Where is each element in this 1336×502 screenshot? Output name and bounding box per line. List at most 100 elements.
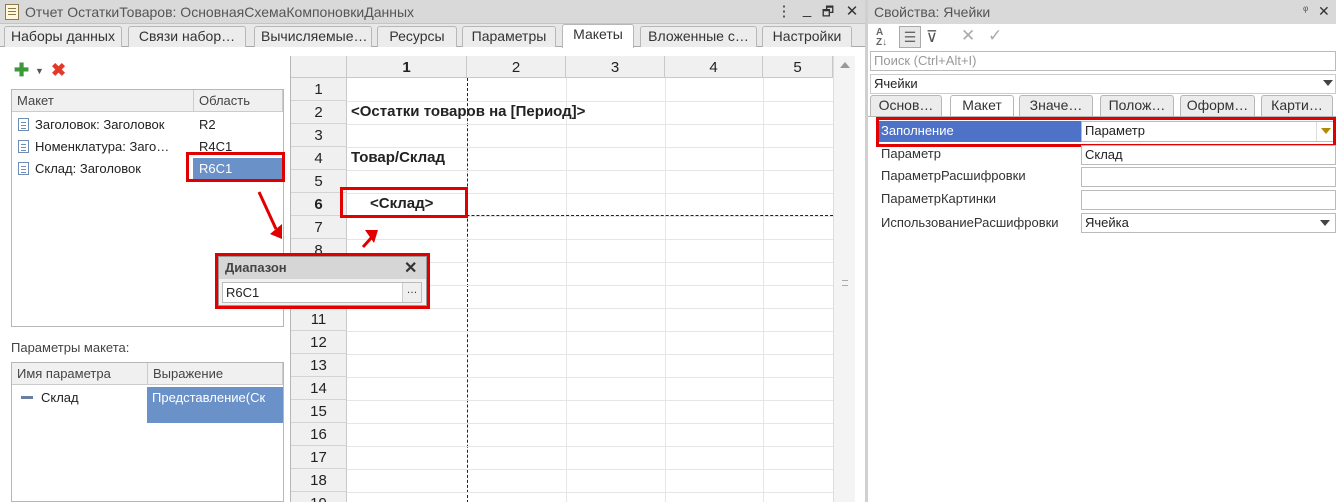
row-header[interactable]: 2: [291, 101, 347, 124]
layouts-header-name[interactable]: Макет: [12, 90, 194, 112]
tab-settings[interactable]: Настройки: [762, 26, 852, 47]
filter-icon[interactable]: ⊽: [926, 27, 938, 47]
drilldown-usage-select[interactable]: Ячейка: [1081, 213, 1336, 233]
layout-designer-window: Отчет ОстаткиТоваров: ОсновнаяСхемаКомпо…: [0, 0, 865, 502]
property-name: ИспользованиеРасшифровки: [881, 215, 1059, 230]
layouts-header-area[interactable]: Область: [194, 90, 283, 112]
row-header[interactable]: 11: [291, 308, 347, 331]
scroll-grip-icon[interactable]: [842, 280, 848, 286]
table-row[interactable]: Заголовок: Заголовок R2: [12, 114, 283, 136]
more-icon[interactable]: ⋮: [774, 2, 794, 22]
column-header[interactable]: 4: [665, 56, 763, 78]
pin-icon[interactable]: ᵠ: [1303, 3, 1308, 17]
layout-area: R2: [199, 117, 216, 132]
layout-name: Номенклатура: Заго…: [35, 139, 170, 154]
object-selector[interactable]: Ячейки: [870, 74, 1336, 94]
document-icon: [5, 3, 19, 20]
row-header[interactable]: 6: [291, 193, 347, 216]
row-divider: [347, 423, 833, 424]
parameter-input[interactable]: Склад: [1081, 145, 1336, 165]
layout-name: Склад: Заголовок: [35, 161, 141, 176]
clear-icon[interactable]: ✕: [961, 26, 975, 46]
row-divider: [347, 101, 833, 102]
highlight-cell-warehouse: [340, 187, 468, 218]
restore-button[interactable]: 🗗: [818, 2, 838, 22]
tab-properties-position[interactable]: Полож…: [1100, 95, 1174, 116]
tab-properties-value[interactable]: Значе…: [1019, 95, 1093, 116]
row-divider: [347, 377, 833, 378]
row-header[interactable]: 18: [291, 469, 347, 492]
chevron-down-icon[interactable]: ▼: [35, 66, 44, 76]
param-name: Склад: [41, 390, 79, 405]
row-header[interactable]: 3: [291, 124, 347, 147]
row-header[interactable]: 12: [291, 331, 347, 354]
tab-nested-schemas[interactable]: Вложенные с…: [640, 26, 757, 47]
column-divider: [763, 78, 764, 502]
minimize-button[interactable]: _: [797, 0, 817, 20]
row-header[interactable]: 7: [291, 216, 347, 239]
close-button[interactable]: ✕: [842, 2, 862, 22]
check-icon[interactable]: ✓: [988, 26, 1002, 46]
highlight-area-cell: [186, 152, 285, 182]
tab-layouts[interactable]: Макеты: [562, 24, 634, 48]
picture-parameter-input[interactable]: [1081, 190, 1336, 210]
drilldown-parameter-input[interactable]: [1081, 167, 1336, 187]
tab-datasets[interactable]: Наборы данных: [4, 26, 122, 47]
chevron-down-icon[interactable]: [1320, 220, 1330, 226]
layout-icon: [18, 162, 29, 175]
row-header[interactable]: 1: [291, 78, 347, 101]
object-selector-value: Ячейки: [874, 76, 918, 91]
sheet-scrollbar[interactable]: [833, 56, 855, 502]
cell-header[interactable]: Товар/Склад: [351, 149, 445, 166]
params-header-name[interactable]: Имя параметра: [12, 363, 148, 385]
row-divider: [347, 446, 833, 447]
row-header[interactable]: 13: [291, 354, 347, 377]
layout-name: Заголовок: Заголовок: [35, 117, 165, 132]
table-row[interactable]: Склад Представление(Ск: [12, 387, 283, 423]
layout-icon: [18, 118, 29, 131]
row-divider: [347, 147, 833, 148]
delete-icon[interactable]: ✖: [51, 60, 66, 81]
scroll-up-icon[interactable]: [840, 62, 850, 68]
sort-icon[interactable]: A Z↓: [876, 28, 887, 48]
add-icon[interactable]: ✚: [14, 60, 29, 81]
chevron-down-icon[interactable]: [1323, 80, 1333, 86]
tab-resources[interactable]: Ресурсы: [377, 26, 457, 47]
layout-icon: [18, 140, 29, 153]
tab-calculated-fields[interactable]: Вычисляемые…: [254, 26, 372, 47]
properties-search-input[interactable]: Поиск (Ctrl+Alt+I): [870, 51, 1336, 71]
tab-properties-appearance[interactable]: Оформ…: [1180, 95, 1255, 116]
row-header[interactable]: 4: [291, 147, 347, 170]
param-expression[interactable]: Представление(Ск: [147, 387, 283, 423]
tab-properties-layout[interactable]: Макет: [950, 95, 1014, 116]
row-header[interactable]: 5: [291, 170, 347, 193]
drilldown-usage-value: Ячейка: [1085, 215, 1129, 230]
categories-icon[interactable]: ☰: [899, 26, 921, 48]
window-title: Отчет ОстаткиТоваров: ОсновнаяСхемаКомпо…: [25, 3, 415, 20]
tab-properties-main[interactable]: Основ…: [870, 95, 942, 116]
tab-dataset-links[interactable]: Связи набор…: [128, 26, 246, 47]
column-header[interactable]: 1: [347, 56, 467, 78]
param-icon: [21, 395, 33, 399]
row-header[interactable]: 16: [291, 423, 347, 446]
cell-title[interactable]: <Остатки товаров на [Период]>: [351, 103, 585, 120]
panel-splitter[interactable]: [865, 0, 868, 502]
property-name: Параметр: [881, 146, 941, 161]
tab-properties-picture[interactable]: Карти…: [1261, 95, 1333, 116]
row-header[interactable]: 17: [291, 446, 347, 469]
row-divider: [347, 492, 833, 493]
window-titlebar: Отчет ОстаткиТоваров: ОсновнаяСхемаКомпо…: [0, 0, 865, 24]
row-divider: [347, 469, 833, 470]
column-header[interactable]: 2: [467, 56, 566, 78]
row-divider: [347, 170, 833, 171]
row-header[interactable]: 14: [291, 377, 347, 400]
row-divider: [347, 124, 833, 125]
column-header[interactable]: 3: [566, 56, 665, 78]
params-header-expr[interactable]: Выражение: [148, 363, 283, 385]
row-header[interactable]: 15: [291, 400, 347, 423]
designer-tabs: Наборы данных Связи набор… Вычисляемые… …: [0, 24, 865, 48]
column-header[interactable]: 5: [763, 56, 833, 78]
close-icon[interactable]: ✕: [1318, 3, 1330, 20]
row-header[interactable]: 19: [291, 492, 347, 502]
tab-parameters[interactable]: Параметры: [462, 26, 556, 47]
